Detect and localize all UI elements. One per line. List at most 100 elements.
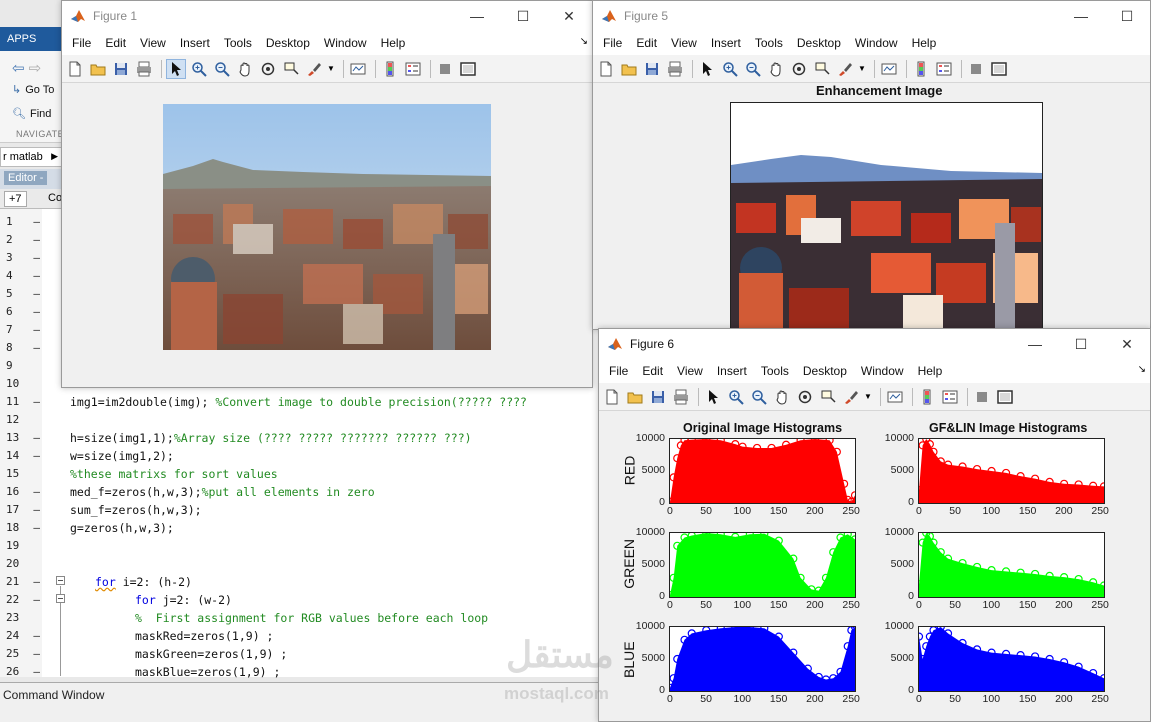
menu-file[interactable]: File [596,36,629,50]
brush-icon[interactable] [304,59,324,79]
show-plot-tools-icon[interactable] [458,59,478,79]
link-plot-icon[interactable] [885,387,905,407]
code-line-16[interactable]: med_f=zeros(h,w,3);%put all elements in … [70,485,375,499]
menu-edit[interactable]: Edit [635,364,670,378]
breakpoint-marker[interactable]: — [33,647,40,660]
code-line-26[interactable]: maskBlue=zeros(1,9) ; [135,665,280,679]
menu-file[interactable]: File [65,36,98,50]
menu-insert[interactable]: Insert [173,36,217,50]
histogram-axes-red-gflin[interactable] [918,438,1105,504]
zoom-in-icon[interactable] [189,59,209,79]
breakpoint-marker[interactable]: — [33,341,40,354]
nav-arrows[interactable]: ⇦ ⇨ [12,59,41,77]
print-icon[interactable] [134,59,154,79]
zoom-in-icon[interactable] [720,59,740,79]
save-icon[interactable] [111,59,131,79]
breakpoint-marker[interactable]: — [33,323,40,336]
code-line-25[interactable]: maskGreen=zeros(1,9) ; [135,647,287,661]
minimize-icon[interactable]: — [454,1,500,31]
histogram-axes-green-gflin[interactable] [918,532,1105,598]
code-line-24[interactable]: maskRed=zeros(1,9) ; [135,629,273,643]
breakpoint-marker[interactable]: — [33,485,40,498]
figure-1-titlebar[interactable]: Figure 1 — ☐ ✕ [62,1,592,31]
breakpoint-marker[interactable]: — [33,395,40,408]
menu-edit[interactable]: Edit [629,36,664,50]
histogram-axes-blue-original[interactable] [669,626,856,692]
code-line-22[interactable]: for j=2: (w-2) [135,593,232,607]
menu-insert[interactable]: Insert [704,36,748,50]
new-figure-icon[interactable] [596,59,616,79]
brush-dropdown-icon[interactable]: ▼ [327,64,335,73]
link-plot-icon[interactable] [348,59,368,79]
pointer-icon[interactable] [166,58,186,79]
link-plot-icon[interactable] [879,59,899,79]
hide-plot-tools-icon[interactable] [972,387,992,407]
breakpoint-marker[interactable]: — [33,233,40,246]
show-plot-tools-icon[interactable] [989,59,1009,79]
menu-view[interactable]: View [670,364,710,378]
dock-arrow-icon[interactable]: ↘ [1138,364,1146,375]
close-icon[interactable]: ✕ [1104,329,1150,359]
histogram-axes-red-original[interactable] [669,438,856,504]
code-line-15[interactable]: %these matrixs for sort values [70,467,278,481]
pan-icon[interactable] [766,59,786,79]
zoom-in-icon[interactable] [726,387,746,407]
menu-tools[interactable]: Tools [217,36,259,50]
histogram-axes-blue-gflin[interactable] [918,626,1105,692]
menu-tools[interactable]: Tools [748,36,790,50]
menu-window[interactable]: Window [317,36,374,50]
menu-help[interactable]: Help [905,36,944,50]
breakpoint-marker[interactable]: — [33,503,40,516]
breakpoint-marker[interactable]: — [33,287,40,300]
breakpoint-marker[interactable]: — [33,449,40,462]
menu-edit[interactable]: Edit [98,36,133,50]
zoom-out-icon[interactable] [743,59,763,79]
forward-arrow-icon[interactable]: ⇨ [29,59,42,77]
breakpoint-marker[interactable]: — [33,431,40,444]
breakpoint-marker[interactable]: — [33,575,40,588]
code-line-21[interactable]: for i=2: (h-2) [95,575,192,589]
minimize-icon[interactable]: — [1012,329,1058,359]
breakpoint-marker[interactable]: — [33,629,40,642]
brush-dropdown-icon[interactable]: ▼ [858,64,866,73]
save-icon[interactable] [642,59,662,79]
data-cursor-icon[interactable] [818,387,838,407]
zoom-out-icon[interactable] [749,387,769,407]
save-icon[interactable] [648,387,668,407]
go-to-button[interactable]: ↳ Go To [12,83,54,97]
menu-view[interactable]: View [133,36,173,50]
find-button[interactable]: 🔍︎ Find [12,107,51,121]
breakpoint-marker[interactable]: — [33,305,40,318]
fold-toggle-for-j[interactable] [56,594,65,603]
legend-icon[interactable] [403,59,423,79]
legend-icon[interactable] [934,59,954,79]
current-folder-path[interactable]: r matlab ▶ [0,147,62,167]
rotate-icon[interactable] [258,59,278,79]
data-cursor-icon[interactable] [281,59,301,79]
new-figure-icon[interactable] [602,387,622,407]
pan-icon[interactable] [772,387,792,407]
editor-tab-1[interactable]: +7 [4,191,27,207]
maximize-icon[interactable]: ☐ [1058,329,1104,359]
print-icon[interactable] [671,387,691,407]
menu-help[interactable]: Help [374,36,413,50]
zoom-out-icon[interactable] [212,59,232,79]
pan-icon[interactable] [235,59,255,79]
code-line-11[interactable]: img1=im2double(img); %Convert image to d… [70,395,527,409]
colorbar-icon[interactable] [380,59,400,79]
figure-1-window[interactable]: Figure 1 — ☐ ✕ File Edit View Insert Tools De… [61,0,593,388]
colorbar-icon[interactable] [911,59,931,79]
open-file-icon[interactable] [88,59,108,79]
minimize-icon[interactable]: — [1058,1,1104,31]
menu-tools[interactable]: Tools [754,364,796,378]
histogram-axes-green-original[interactable] [669,532,856,598]
figure-5-window[interactable]: Figure 5 — ☐ File Edit View Insert Tools Desk… [592,0,1151,330]
code-line-13[interactable]: h=size(img1,1);%Array size (???? ????? ?… [70,431,472,445]
code-line-14[interactable]: w=size(img1,2); [70,449,174,463]
pointer-icon[interactable] [703,387,723,407]
menu-view[interactable]: View [664,36,704,50]
pointer-icon[interactable] [697,59,717,79]
ribbon-tab-apps[interactable]: APPS [0,27,62,51]
figure-6-window[interactable]: Figure 6 — ☐ ✕ File Edit View Insert Tools De… [598,328,1151,722]
breakpoint-marker[interactable]: — [33,593,40,606]
